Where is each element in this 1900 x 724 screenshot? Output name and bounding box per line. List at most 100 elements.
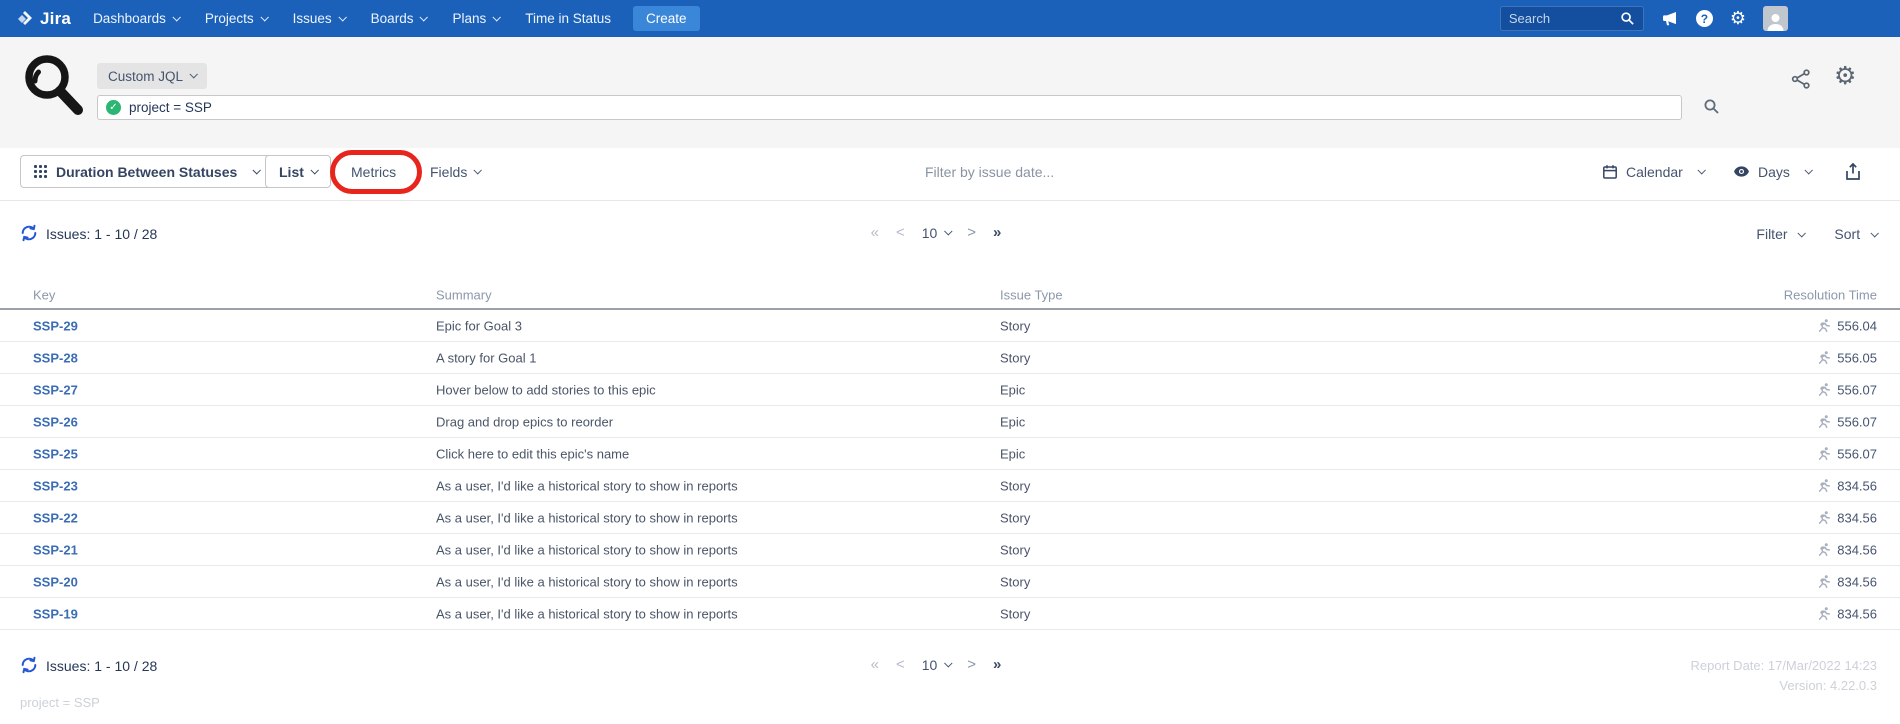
chevron-down-icon bbox=[1870, 229, 1878, 237]
refresh-icon[interactable] bbox=[20, 224, 38, 242]
issue-type: Epic bbox=[1000, 446, 1025, 461]
footer-bar: Issues: 1 - 10 / 28 « < 10 > » Report Da… bbox=[0, 648, 1900, 724]
last-page-button[interactable]: » bbox=[993, 224, 1001, 241]
issue-resolution-time: 834.56 bbox=[1817, 606, 1877, 621]
runner-icon bbox=[1817, 479, 1831, 493]
issue-key-link[interactable]: SSP-26 bbox=[33, 414, 78, 429]
runner-icon bbox=[1817, 607, 1831, 621]
issue-resolution-time: 556.07 bbox=[1817, 382, 1877, 397]
page: Jira Dashboards Projects Issues Boards Plans… bbox=[0, 0, 1900, 724]
admin-gear-icon[interactable]: ⚙ bbox=[1730, 10, 1746, 28]
nav-item-boards[interactable]: Boards bbox=[371, 11, 427, 26]
view-selector[interactable]: List bbox=[265, 155, 331, 188]
column-header-summary: Summary bbox=[436, 288, 492, 303]
run-query-search-icon[interactable] bbox=[1703, 98, 1720, 115]
issue-summary: As a user, I'd like a historical story t… bbox=[436, 478, 738, 493]
table-row: SSP-27 Hover below to add stories to thi… bbox=[0, 374, 1900, 406]
issue-key-link[interactable]: SSP-25 bbox=[33, 446, 78, 461]
report-type-selector[interactable]: Duration Between Statuses bbox=[20, 155, 273, 188]
table-row: SSP-23 As a user, I'd like a historical … bbox=[0, 470, 1900, 502]
issue-resolution-time: 834.56 bbox=[1817, 542, 1877, 557]
report-date: Report Date: 17/Mar/2022 14:23 bbox=[1691, 658, 1877, 673]
issue-summary: Epic for Goal 3 bbox=[436, 318, 522, 333]
issue-resolution-time: 556.04 bbox=[1817, 318, 1877, 333]
nav-item-time-in-status[interactable]: Time in Status bbox=[525, 11, 611, 26]
time-unit-selector[interactable]: Days bbox=[1733, 155, 1811, 188]
refresh-icon[interactable] bbox=[20, 656, 38, 674]
nav-item-dashboards[interactable]: Dashboards bbox=[93, 11, 179, 26]
pagination-bottom: « < 10 > » bbox=[871, 656, 1002, 673]
export-icon[interactable] bbox=[1843, 155, 1863, 188]
jira-logo-icon bbox=[14, 9, 34, 29]
chevron-down-icon bbox=[474, 166, 482, 174]
issue-key-link[interactable]: SSP-23 bbox=[33, 478, 78, 493]
last-page-button[interactable]: » bbox=[993, 656, 1001, 673]
table-row: SSP-26 Drag and drop epics to reorder Ep… bbox=[0, 406, 1900, 438]
runner-icon bbox=[1817, 575, 1831, 589]
nav-item-projects[interactable]: Projects bbox=[205, 11, 267, 26]
megaphone-icon[interactable] bbox=[1661, 10, 1679, 28]
issue-type: Story bbox=[1000, 318, 1030, 333]
user-avatar[interactable] bbox=[1763, 6, 1788, 31]
issue-key-link[interactable]: SSP-21 bbox=[33, 542, 78, 557]
issue-key-link[interactable]: SSP-22 bbox=[33, 510, 78, 525]
chevron-down-icon bbox=[260, 13, 268, 21]
issue-key-link[interactable]: SSP-28 bbox=[33, 350, 78, 365]
issue-type: Story bbox=[1000, 510, 1030, 525]
jql-input[interactable]: ✓ project = SSP bbox=[97, 95, 1682, 120]
table-row: SSP-21 As a user, I'd like a historical … bbox=[0, 534, 1900, 566]
issue-resolution-time: 556.05 bbox=[1817, 350, 1877, 365]
issue-key-link[interactable]: SSP-19 bbox=[33, 606, 78, 621]
table-row: SSP-25 Click here to edit this epic's na… bbox=[0, 438, 1900, 470]
page-size-select[interactable]: 10 bbox=[922, 225, 951, 241]
help-icon[interactable]: ? bbox=[1696, 10, 1713, 27]
issue-resolution-time: 834.56 bbox=[1817, 574, 1877, 589]
issues-count: Issues: 1 - 10 / 28 bbox=[46, 658, 157, 674]
runner-icon bbox=[1817, 543, 1831, 557]
jira-brand[interactable]: Jira bbox=[14, 9, 71, 29]
report-settings-gear-icon[interactable]: ⚙ bbox=[1834, 61, 1856, 90]
runner-icon bbox=[1817, 415, 1831, 429]
tab-metrics[interactable]: Metrics bbox=[351, 155, 396, 188]
filter-menu[interactable]: Filter bbox=[1756, 226, 1804, 242]
filter-sort-group: Filter Sort bbox=[1756, 226, 1877, 242]
share-icon[interactable] bbox=[1790, 68, 1812, 90]
jql-type-selector[interactable]: Custom JQL bbox=[97, 63, 207, 89]
calendar-selector[interactable]: Calendar bbox=[1602, 155, 1704, 188]
global-search-box[interactable] bbox=[1500, 6, 1644, 31]
next-page-button[interactable]: > bbox=[967, 224, 976, 241]
nav-item-issues[interactable]: Issues bbox=[293, 11, 345, 26]
chevron-down-icon bbox=[1798, 229, 1806, 237]
column-header-key: Key bbox=[33, 288, 55, 303]
issue-resolution-time: 834.56 bbox=[1817, 478, 1877, 493]
create-button[interactable]: Create bbox=[633, 6, 700, 31]
next-page-button[interactable]: > bbox=[967, 656, 976, 673]
runner-icon bbox=[1817, 511, 1831, 525]
sort-menu[interactable]: Sort bbox=[1834, 226, 1877, 242]
first-page-button[interactable]: « bbox=[871, 656, 879, 673]
chevron-down-icon bbox=[493, 13, 501, 21]
chevron-down-icon bbox=[338, 13, 346, 21]
issue-key-link[interactable]: SSP-27 bbox=[33, 382, 78, 397]
global-search-input[interactable] bbox=[1509, 11, 1620, 26]
pagination-top: « < 10 > » bbox=[871, 224, 1002, 241]
issue-type: Story bbox=[1000, 606, 1030, 621]
page-size-select[interactable]: 10 bbox=[922, 657, 951, 673]
chevron-down-icon bbox=[1804, 166, 1812, 174]
prev-page-button[interactable]: < bbox=[896, 224, 905, 241]
eye-icon bbox=[1733, 163, 1750, 180]
issue-summary: Click here to edit this epic's name bbox=[436, 446, 629, 461]
issue-resolution-time: 556.07 bbox=[1817, 414, 1877, 429]
tab-fields[interactable]: Fields bbox=[430, 155, 480, 188]
nav-item-plans[interactable]: Plans bbox=[452, 11, 499, 26]
top-navigation: Jira Dashboards Projects Issues Boards Plans… bbox=[0, 0, 1900, 37]
prev-page-button[interactable]: < bbox=[896, 656, 905, 673]
table-row: SSP-22 As a user, I'd like a historical … bbox=[0, 502, 1900, 534]
chevron-down-icon bbox=[189, 70, 197, 78]
issue-type: Story bbox=[1000, 574, 1030, 589]
calendar-icon bbox=[1602, 164, 1618, 180]
issue-date-filter[interactable]: Filter by issue date... bbox=[925, 155, 1054, 188]
first-page-button[interactable]: « bbox=[871, 224, 879, 241]
issue-key-link[interactable]: SSP-20 bbox=[33, 574, 78, 589]
issue-key-link[interactable]: SSP-29 bbox=[33, 318, 78, 333]
